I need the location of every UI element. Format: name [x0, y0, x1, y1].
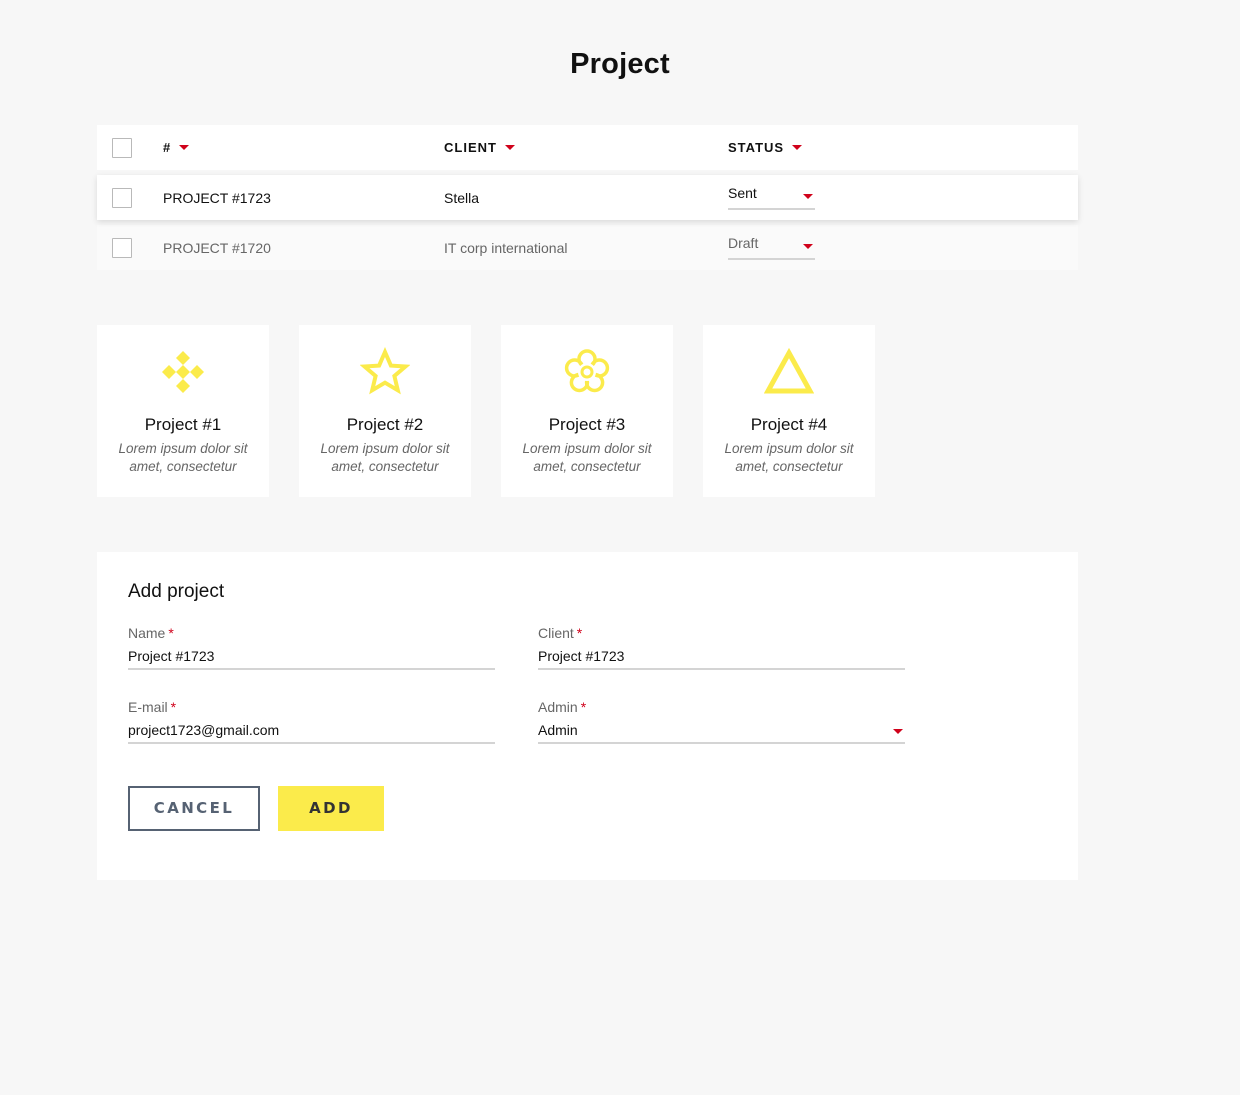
select-all-checkbox[interactable]	[112, 138, 132, 158]
row-project: PROJECT #1720	[163, 240, 271, 256]
card-description: Lorem ipsum dolor sit amet, consectetur	[320, 441, 450, 474]
column-header-number[interactable]: #	[163, 140, 190, 155]
client-input[interactable]: Project #1723	[538, 648, 905, 670]
row-checkbox[interactable]	[112, 238, 132, 258]
star-icon	[360, 347, 410, 395]
email-label: E-mail	[128, 699, 168, 715]
add-project-form: Add project Name * Project #1723 Client * …	[97, 552, 1078, 880]
sort-caret-icon	[792, 144, 803, 150]
column-header-status-label: STATUS	[728, 140, 785, 155]
admin-label: Admin	[538, 699, 578, 715]
table-row[interactable]: PROJECT #1720 IT corp international Draf…	[97, 225, 1078, 270]
name-input[interactable]: Project #1723	[128, 648, 495, 670]
card-title: Project #3	[548, 415, 626, 434]
admin-select-value: Admin	[538, 722, 578, 738]
status-select-value: Draft	[728, 235, 759, 251]
admin-field: Admin * Admin	[538, 699, 905, 744]
status-select[interactable]: Draft	[728, 235, 815, 260]
add-button[interactable]: ADD	[278, 786, 384, 831]
email-field: E-mail * project1723@gmail.com	[128, 699, 495, 744]
row-client: Stella	[444, 190, 480, 206]
cancel-button[interactable]: CANCEL	[128, 786, 260, 831]
sort-caret-icon	[504, 144, 515, 150]
row-project: PROJECT #1723	[163, 190, 271, 206]
required-mark: *	[168, 625, 174, 641]
required-mark: *	[576, 625, 583, 641]
flower-icon	[564, 349, 610, 393]
table-row[interactable]: PROJECT #1723 Stella Sent	[97, 175, 1078, 220]
name-field: Name * Project #1723	[128, 625, 495, 670]
client-label: Client	[538, 625, 574, 641]
card-description: Lorem ipsum dolor sit amet, consectetur	[118, 441, 248, 474]
column-header-number-label: #	[163, 140, 172, 155]
page-title: Project	[570, 48, 670, 80]
status-select[interactable]: Sent	[728, 185, 815, 210]
admin-select[interactable]: Admin	[538, 722, 905, 744]
row-checkbox[interactable]	[112, 188, 132, 208]
form-title: Add project	[128, 581, 225, 602]
card-description: Lorem ipsum dolor sit amet, consectetur	[522, 441, 652, 474]
sort-caret-icon	[179, 144, 190, 150]
card-title: Project #1	[144, 415, 222, 434]
client-field: Client * Project #1723	[538, 625, 905, 670]
chevron-down-icon	[893, 729, 903, 734]
status-select-value: Sent	[728, 185, 757, 201]
project-card-1[interactable]: Project #1 Lorem ipsum dolor sit amet, c…	[97, 325, 269, 497]
column-header-status[interactable]: STATUS	[728, 140, 803, 155]
card-title: Project #2	[346, 415, 424, 434]
chevron-down-icon	[803, 194, 813, 199]
required-mark: *	[580, 699, 587, 715]
triangle-icon	[764, 347, 814, 394]
project-card-3[interactable]: Project #3 Lorem ipsum dolor sit amet, c…	[501, 325, 673, 497]
column-header-client[interactable]: CLIENT	[444, 140, 515, 155]
name-label: Name	[128, 625, 166, 641]
card-description: Lorem ipsum dolor sit amet, consectetur	[724, 441, 854, 474]
project-card-4[interactable]: Project #4 Lorem ipsum dolor sit amet, c…	[703, 325, 875, 497]
project-table: # CLIENT STATUS PROJECT #1723 Stella Sen…	[97, 125, 1078, 270]
row-client: IT corp international	[444, 240, 568, 256]
card-title: Project #4	[750, 415, 828, 434]
table-header: # CLIENT STATUS	[97, 125, 1078, 170]
column-header-client-label: CLIENT	[444, 140, 497, 155]
diamonds-icon	[162, 351, 204, 393]
project-card-2[interactable]: Project #2 Lorem ipsum dolor sit amet, c…	[299, 325, 471, 497]
chevron-down-icon	[803, 244, 813, 249]
required-mark: *	[170, 699, 177, 715]
email-input[interactable]: project1723@gmail.com	[128, 722, 495, 744]
